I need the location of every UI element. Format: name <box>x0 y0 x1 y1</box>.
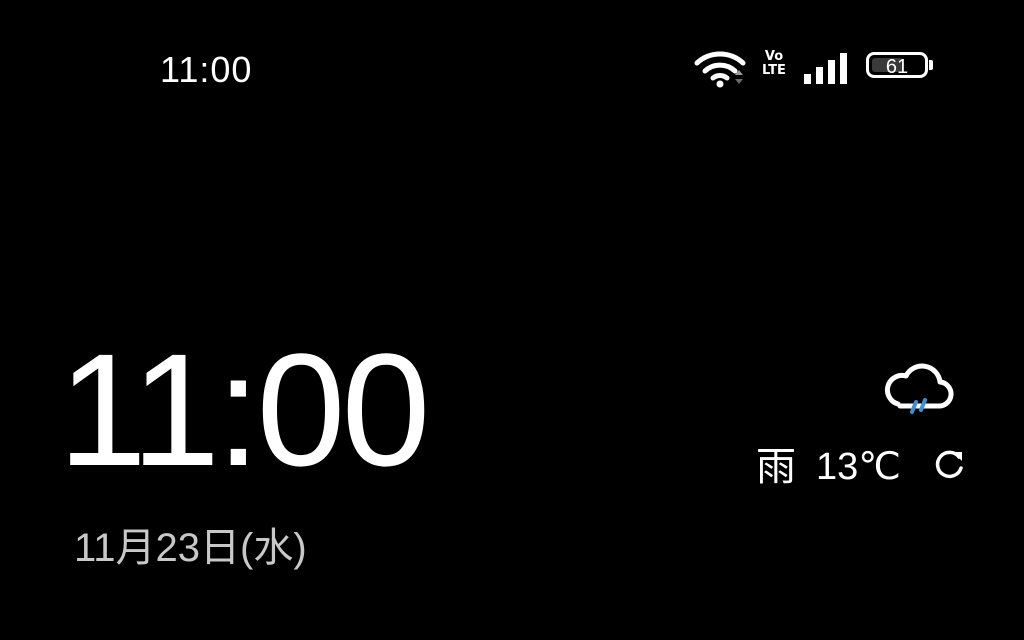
weather-temperature: 13℃ <box>816 446 901 488</box>
wifi-icon <box>694 51 746 88</box>
refresh-icon[interactable] <box>930 446 968 484</box>
volte-icon: Vo LTE <box>760 50 788 78</box>
lock-screen-date: 11月23日(水) <box>74 526 307 570</box>
lock-screen-clock: 11:00 <box>58 320 431 499</box>
battery-cap <box>929 60 933 70</box>
lock-screen: 11:00 Vo LTE 61 11:00 11月23日(水) 雨 13℃ <box>0 0 1024 640</box>
weather-condition: 雨 <box>756 445 796 489</box>
battery-level: 61 <box>885 56 909 78</box>
volte-label-bottom: LTE <box>762 63 786 78</box>
rain-cloud-icon[interactable] <box>880 360 958 418</box>
volte-label-top: Vo <box>764 49 784 64</box>
cellular-signal-icon <box>804 53 847 84</box>
status-bar-time: 11:00 <box>160 49 253 90</box>
weather-summary[interactable]: 雨 13℃ <box>756 442 901 492</box>
battery-icon: 61 <box>866 52 933 82</box>
battery-body: 61 <box>866 52 928 78</box>
